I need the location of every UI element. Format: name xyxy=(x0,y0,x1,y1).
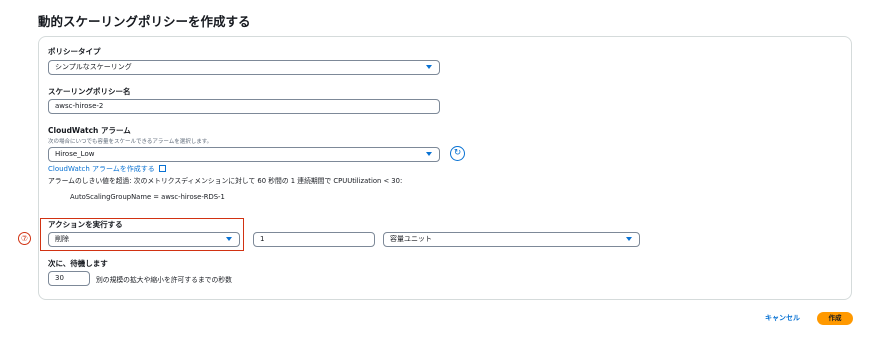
wait-seconds-input[interactable]: 30 xyxy=(48,271,90,286)
create-alarm-link-text: CloudWatch アラームを作成する xyxy=(48,165,155,173)
chevron-down-icon xyxy=(626,237,632,241)
alarm-select[interactable]: Hirose_Low xyxy=(48,147,440,162)
policy-name-input[interactable]: awsc-hirose-2 xyxy=(48,99,440,114)
create-alarm-link[interactable]: CloudWatch アラームを作成する xyxy=(48,164,167,174)
policy-type-label: ポリシータイプ xyxy=(48,47,101,56)
action-amount-value: 1 xyxy=(260,235,265,243)
page-title: 動的スケーリングポリシーを作成する xyxy=(38,14,251,29)
action-amount-input[interactable]: 1 xyxy=(253,232,375,247)
refresh-icon[interactable]: ↻ xyxy=(450,146,465,161)
create-button[interactable]: 作成 xyxy=(817,312,853,325)
alarm-label: CloudWatch アラーム xyxy=(48,126,131,135)
action-label: アクションを実行する xyxy=(48,220,123,229)
alarm-description: 次の場合にいつでも容量をスケールできるアラームを選択します。 xyxy=(48,139,213,145)
alarm-value: Hirose_Low xyxy=(55,150,95,158)
chevron-down-icon xyxy=(426,65,432,69)
external-link-icon xyxy=(159,165,167,172)
policy-type-select[interactable]: シンプルなスケーリング xyxy=(48,60,440,75)
policy-name-label: スケーリングポリシー名 xyxy=(48,87,131,96)
alarm-threshold-text: アラームのしきい値を超過: 次のメトリクスディメンションに対して 60 秒間の … xyxy=(48,177,403,185)
action-operation-value: 削除 xyxy=(55,235,69,243)
wait-suffix-text: 別の規模の拡大や縮小を許可するまでの秒数 xyxy=(96,276,232,284)
policy-name-value: awsc-hirose-2 xyxy=(55,102,104,110)
alarm-dimension-text: AutoScalingGroupName = awsc-hirose-RDS-1 xyxy=(70,193,225,201)
chevron-down-icon xyxy=(426,152,432,156)
wait-seconds-value: 30 xyxy=(55,274,64,282)
action-unit-select[interactable]: 容量ユニット xyxy=(383,232,640,247)
chevron-down-icon xyxy=(226,237,232,241)
wait-label: 次に、待機します xyxy=(48,259,108,268)
annotation-marker: ⑦ xyxy=(18,232,31,245)
cancel-button[interactable]: キャンセル xyxy=(765,313,800,323)
action-operation-select[interactable]: 削除 xyxy=(48,232,240,247)
action-unit-value: 容量ユニット xyxy=(390,235,432,243)
policy-type-value: シンプルなスケーリング xyxy=(55,63,132,71)
